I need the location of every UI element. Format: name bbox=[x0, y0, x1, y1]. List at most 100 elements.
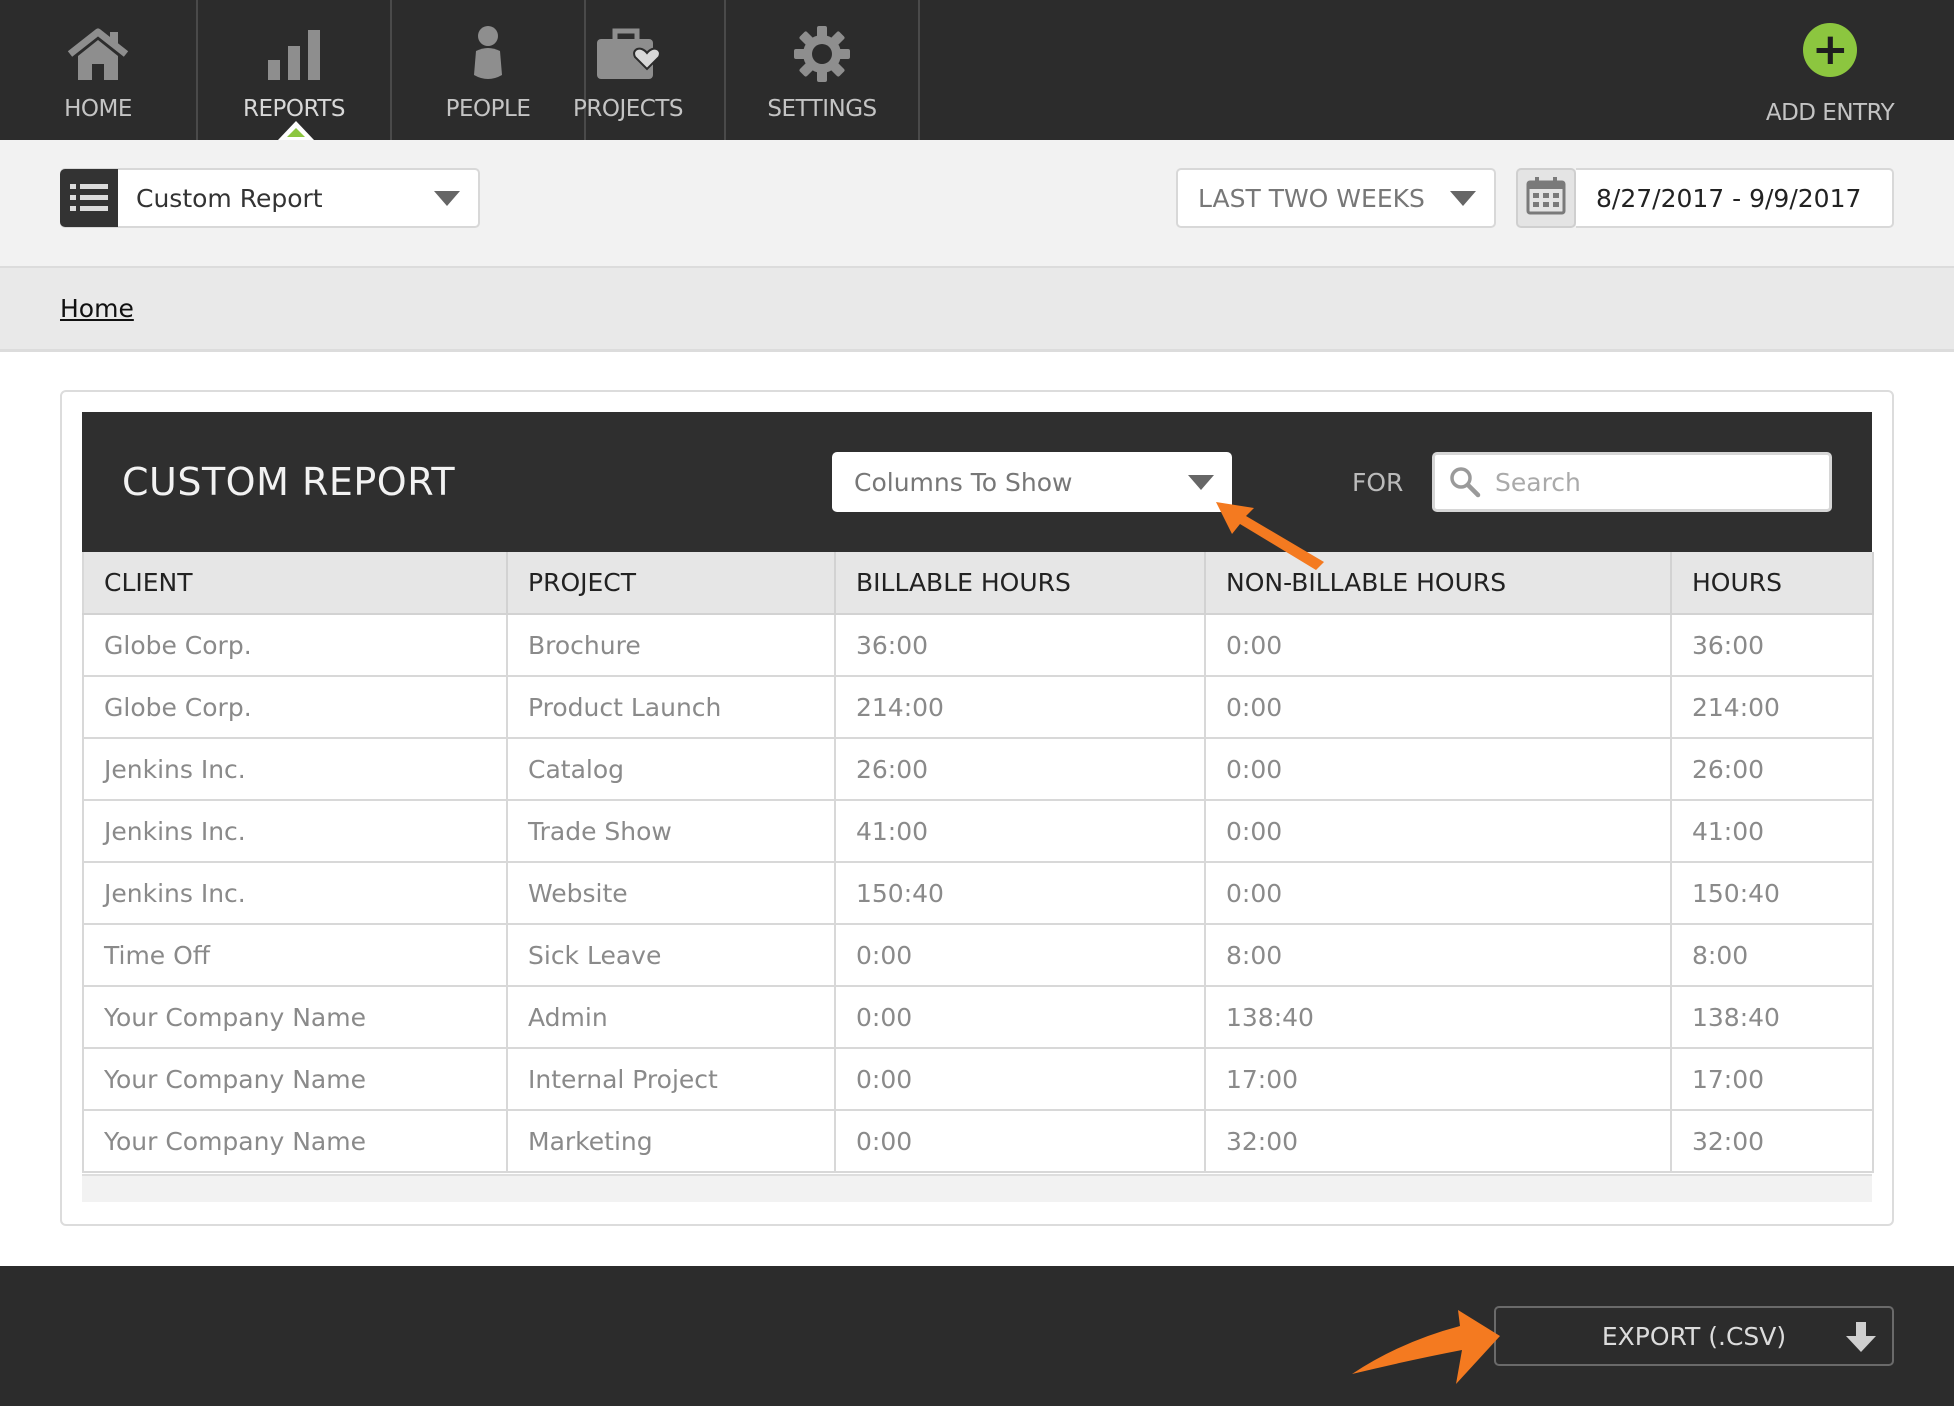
table-footer bbox=[82, 1174, 1872, 1202]
cell-hours: 36:00 bbox=[1670, 614, 1874, 677]
cell-hours: 214:00 bbox=[1670, 676, 1874, 739]
plus-circle-icon: + bbox=[1803, 20, 1857, 80]
table-row: Globe Corp. Brochure 36:00 0:00 36:00 bbox=[82, 614, 1874, 677]
nav-reports[interactable]: REPORTS bbox=[198, 0, 390, 140]
cell-hours: 26:00 bbox=[1670, 738, 1874, 801]
person-icon bbox=[468, 18, 508, 90]
export-csv-button[interactable]: EXPORT (.CSV) bbox=[1494, 1306, 1894, 1366]
report-table: CLIENT PROJECT BILLABLE HOURS NON-BILLAB… bbox=[82, 552, 1874, 1173]
cell-billable-hours: 26:00 bbox=[834, 738, 1206, 801]
cell-hours: 41:00 bbox=[1670, 800, 1874, 863]
report-title: CUSTOM REPORT bbox=[122, 460, 456, 504]
table-row: Your Company Name Admin 0:00 138:40 138:… bbox=[82, 986, 1874, 1049]
column-header-billable-hours[interactable]: BILLABLE HOURS bbox=[835, 552, 1206, 615]
cell-billable-hours: 214:00 bbox=[834, 676, 1206, 739]
cell-non-billable-hours: 0:00 bbox=[1204, 676, 1672, 739]
table-row: Your Company Name Marketing 0:00 32:00 3… bbox=[82, 1110, 1874, 1173]
active-nav-accent bbox=[287, 128, 305, 137]
cell-client: Your Company Name bbox=[82, 986, 508, 1049]
chevron-down-icon bbox=[1188, 474, 1214, 490]
column-header-hours[interactable]: HOURS bbox=[1671, 552, 1874, 615]
annotation-arrow-icon bbox=[1352, 1310, 1500, 1384]
nav-settings[interactable]: SETTINGS bbox=[726, 0, 918, 140]
table-row: Time Off Sick Leave 0:00 8:00 8:00 bbox=[82, 924, 1874, 987]
cell-client: Globe Corp. bbox=[82, 614, 508, 677]
cell-project: Product Launch bbox=[506, 676, 836, 739]
cell-project: Trade Show bbox=[506, 800, 836, 863]
date-range-field[interactable]: 8/27/2017 - 9/9/2017 bbox=[1576, 168, 1894, 228]
breadcrumb bbox=[0, 266, 1954, 352]
cell-non-billable-hours: 0:00 bbox=[1204, 800, 1672, 863]
export-csv-label: EXPORT (.CSV) bbox=[1601, 1321, 1787, 1351]
cell-non-billable-hours: 138:40 bbox=[1204, 986, 1672, 1049]
add-entry-label: ADD ENTRY bbox=[1765, 100, 1895, 126]
cell-client: Globe Corp. bbox=[82, 676, 508, 739]
column-header-project[interactable]: PROJECT bbox=[507, 552, 836, 615]
cell-hours: 32:00 bbox=[1670, 1110, 1874, 1173]
search-field[interactable] bbox=[1432, 452, 1832, 512]
date-range-preset-select[interactable]: LAST TWO WEEKS bbox=[1176, 168, 1496, 228]
cell-client: Your Company Name bbox=[82, 1110, 508, 1173]
nav-home-label: HOME bbox=[64, 96, 132, 122]
cell-project: Brochure bbox=[506, 614, 836, 677]
report-type-select[interactable]: Custom Report bbox=[60, 168, 480, 228]
cell-non-billable-hours: 8:00 bbox=[1204, 924, 1672, 987]
for-label: FOR bbox=[1352, 468, 1404, 497]
cell-hours: 17:00 bbox=[1670, 1048, 1874, 1111]
table-row: Jenkins Inc. Catalog 26:00 0:00 26:00 bbox=[82, 738, 1874, 801]
home-icon bbox=[66, 18, 130, 90]
cell-client: Your Company Name bbox=[82, 1048, 508, 1111]
cell-non-billable-hours: 0:00 bbox=[1204, 614, 1672, 677]
briefcase-heart-icon bbox=[593, 18, 663, 90]
cell-client: Time Off bbox=[82, 924, 508, 987]
table-row: Globe Corp. Product Launch 214:00 0:00 2… bbox=[82, 676, 1874, 739]
table-row: Jenkins Inc. Trade Show 41:00 0:00 41:00 bbox=[82, 800, 1874, 863]
chevron-down-icon bbox=[434, 190, 460, 206]
cell-billable-hours: 0:00 bbox=[834, 986, 1206, 1049]
table-row: Your Company Name Internal Project 0:00 … bbox=[82, 1048, 1874, 1111]
nav-home[interactable]: HOME bbox=[0, 0, 196, 140]
cell-billable-hours: 0:00 bbox=[834, 1048, 1206, 1111]
columns-to-show-value: Columns To Show bbox=[854, 467, 1073, 497]
bar-chart-icon bbox=[266, 18, 322, 90]
date-range-preset-value: LAST TWO WEEKS bbox=[1198, 183, 1425, 213]
nav-people-label: PEOPLE bbox=[445, 96, 531, 122]
cell-billable-hours: 0:00 bbox=[834, 1110, 1206, 1173]
columns-to-show-select[interactable]: Columns To Show bbox=[832, 452, 1232, 512]
nav-reports-label: REPORTS bbox=[243, 96, 345, 122]
nav-settings-label: SETTINGS bbox=[767, 96, 877, 122]
calendar-icon bbox=[1526, 177, 1566, 219]
cell-hours: 8:00 bbox=[1670, 924, 1874, 987]
nav-projects-label: PROJECTS bbox=[573, 96, 683, 122]
cell-billable-hours: 36:00 bbox=[834, 614, 1206, 677]
cell-hours: 138:40 bbox=[1670, 986, 1874, 1049]
cell-project: Internal Project bbox=[506, 1048, 836, 1111]
chevron-down-icon bbox=[1450, 190, 1476, 206]
search-input[interactable] bbox=[1495, 467, 1795, 497]
nav-projects[interactable]: PROJECTS bbox=[548, 0, 708, 140]
cell-non-billable-hours: 0:00 bbox=[1204, 738, 1672, 801]
cell-project: Sick Leave bbox=[506, 924, 836, 987]
list-icon bbox=[60, 169, 118, 227]
download-arrow-icon bbox=[1844, 1320, 1878, 1360]
cell-project: Admin bbox=[506, 986, 836, 1049]
search-icon bbox=[1449, 466, 1481, 498]
cell-project: Marketing bbox=[506, 1110, 836, 1173]
add-entry-button[interactable]: + ADD ENTRY bbox=[1740, 0, 1920, 140]
cell-client: Jenkins Inc. bbox=[82, 862, 508, 925]
cell-non-billable-hours: 32:00 bbox=[1204, 1110, 1672, 1173]
cell-billable-hours: 150:40 bbox=[834, 862, 1206, 925]
cell-billable-hours: 0:00 bbox=[834, 924, 1206, 987]
cell-non-billable-hours: 0:00 bbox=[1204, 862, 1672, 925]
breadcrumb-home-link[interactable]: Home bbox=[60, 294, 134, 323]
cell-non-billable-hours: 17:00 bbox=[1204, 1048, 1672, 1111]
calendar-button[interactable] bbox=[1516, 168, 1576, 228]
gear-icon bbox=[793, 18, 851, 90]
report-type-value: Custom Report bbox=[136, 183, 323, 213]
annotation-arrow-icon bbox=[1216, 502, 1324, 570]
table-header-row: CLIENT PROJECT BILLABLE HOURS NON-BILLAB… bbox=[82, 552, 1874, 615]
cell-project: Website bbox=[506, 862, 836, 925]
nav-divider bbox=[918, 0, 920, 140]
column-header-client[interactable]: CLIENT bbox=[82, 552, 508, 615]
cell-client: Jenkins Inc. bbox=[82, 800, 508, 863]
